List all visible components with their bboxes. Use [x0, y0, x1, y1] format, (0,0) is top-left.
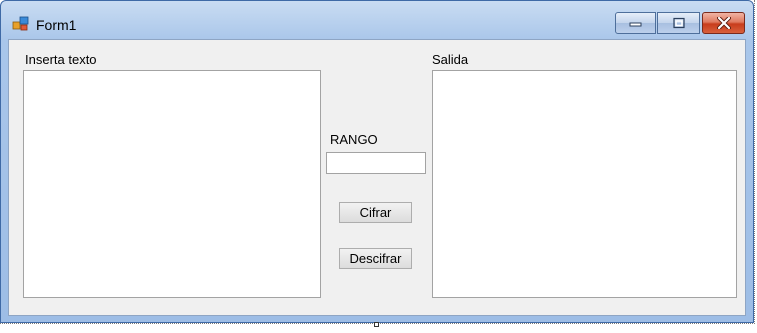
designer-selection-outline: [0, 0, 755, 324]
resize-grip-bottom[interactable]: [374, 322, 379, 327]
